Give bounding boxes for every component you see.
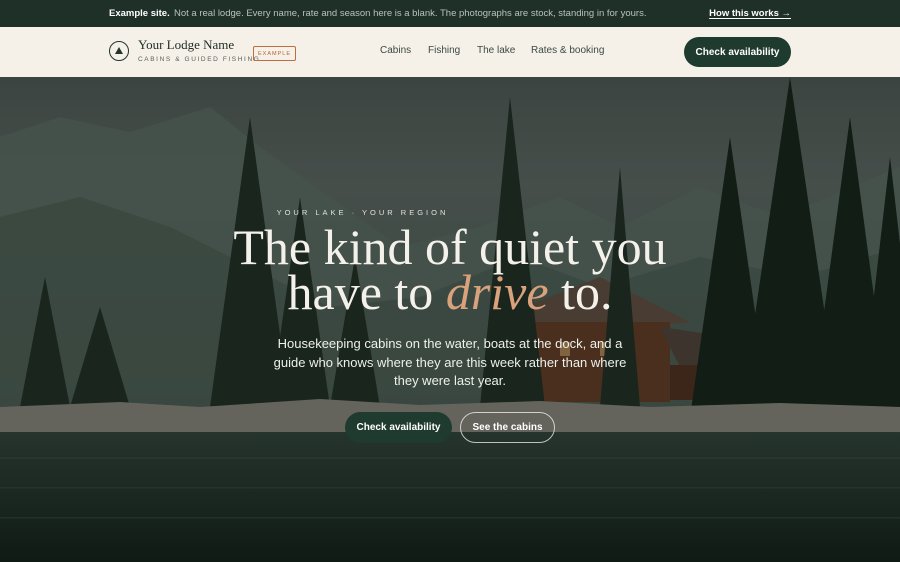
site-header: Your Lodge Name CABINS & GUIDED FISHING … bbox=[0, 27, 900, 78]
headline-line-2-pre: have to bbox=[287, 264, 446, 320]
check-availability-button-header[interactable]: Check availability bbox=[684, 37, 791, 67]
brand-name[interactable]: Your Lodge Name bbox=[138, 37, 234, 53]
see-the-cabins-button[interactable]: See the cabins bbox=[460, 412, 555, 443]
notice-text: Not a real lodge. Every name, rate and s… bbox=[174, 8, 647, 19]
nav-cabins[interactable]: Cabins bbox=[380, 45, 411, 56]
mountain-triangle-icon[interactable] bbox=[109, 41, 129, 61]
nav-the-lake[interactable]: The lake bbox=[477, 45, 515, 56]
how-this-works-link[interactable]: How this works → bbox=[709, 8, 791, 19]
headline-line-2-post: to. bbox=[548, 264, 613, 320]
notice-label: Example site. bbox=[109, 8, 170, 19]
nav-fishing[interactable]: Fishing bbox=[428, 45, 460, 56]
brand-tagline: CABINS & GUIDED FISHING bbox=[138, 56, 261, 63]
hero-headline: The kind of quiet you have to drive to. bbox=[0, 222, 900, 317]
nav-rates-booking[interactable]: Rates & booking bbox=[531, 45, 604, 56]
hero-eyebrow: YOUR LAKE · YOUR REGION bbox=[276, 208, 449, 217]
headline-emphasis: drive bbox=[445, 264, 549, 320]
hero-section: YOUR LAKE · YOUR REGION The kind of quie… bbox=[0, 77, 900, 562]
check-availability-button[interactable]: Check availability bbox=[345, 412, 452, 443]
example-badge: EXAMPLE bbox=[253, 46, 296, 61]
example-notice-bar: Example site. Not a real lodge. Every na… bbox=[0, 0, 900, 27]
hero-subtext: Housekeeping cabins on the water, boats … bbox=[273, 336, 627, 388]
